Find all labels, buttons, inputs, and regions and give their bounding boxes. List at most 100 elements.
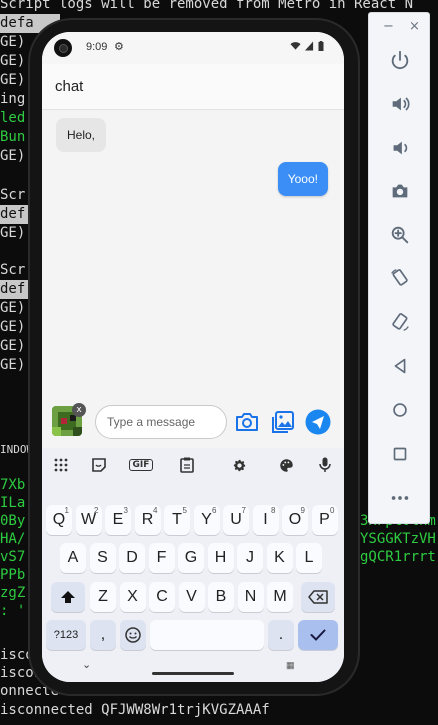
key-f[interactable]: F [148, 543, 175, 573]
key-hint: 3 [123, 506, 128, 515]
key-hint: 0 [330, 506, 335, 515]
home-button[interactable] [385, 395, 415, 425]
key-b[interactable]: B [208, 582, 234, 612]
key-k[interactable]: K [266, 543, 293, 573]
volume-down-icon [393, 141, 408, 155]
zoom-button[interactable] [385, 220, 415, 250]
more-button[interactable] [385, 483, 415, 513]
terminal-line: GE) [0, 72, 26, 88]
mic-icon [319, 457, 331, 472]
key-y[interactable]: Y6 [193, 505, 220, 535]
space-key[interactable] [150, 620, 264, 650]
key-v[interactable]: V [178, 582, 205, 612]
gallery-button[interactable] [269, 408, 297, 436]
key-e[interactable]: E3 [105, 505, 131, 535]
keyboard-settings-button[interactable] [224, 455, 254, 475]
gif-button[interactable]: GIF [126, 455, 156, 475]
keyboard-apps-button[interactable] [46, 455, 76, 475]
key-a[interactable]: A [60, 543, 86, 573]
camera-icon [236, 413, 258, 431]
terminal-line: PPb [0, 567, 26, 583]
key-z[interactable]: Z [90, 582, 116, 612]
terminal-line: Scr [0, 187, 26, 203]
sticker-icon [92, 458, 106, 472]
clipboard-button[interactable] [172, 455, 202, 475]
terminal-line: vS7 [0, 549, 26, 565]
battery-icon [318, 41, 324, 51]
chat-messages[interactable]: Helo, Yooo! [42, 110, 344, 396]
keyboard-toolbar: GIF [42, 448, 344, 482]
key-hint: 7 [241, 506, 246, 515]
key-label: Q [52, 511, 66, 528]
home-gesture-bar[interactable] [152, 672, 234, 675]
key-m[interactable]: M [267, 582, 293, 612]
key-j[interactable]: J [237, 543, 263, 573]
backspace-key[interactable] [301, 582, 335, 612]
more-icon [391, 496, 409, 500]
key-label: Y [201, 511, 212, 528]
key-i[interactable]: I8 [252, 505, 279, 535]
key-s[interactable]: S [89, 543, 116, 573]
emoji-key[interactable] [120, 620, 146, 650]
key-q[interactable]: Q1 [46, 505, 72, 535]
close-button[interactable]: × [409, 19, 420, 35]
message-bubble-outgoing[interactable]: Yooo! [277, 162, 328, 196]
message-bubble-incoming[interactable]: Helo, [56, 118, 107, 152]
voice-input-button[interactable] [310, 455, 340, 475]
theme-button[interactable] [271, 455, 301, 475]
zoom-icon [391, 226, 409, 244]
rotate-left-button[interactable] [385, 263, 415, 293]
message-input[interactable] [95, 405, 227, 439]
shift-key[interactable] [51, 582, 85, 612]
volume-down-button[interactable] [385, 133, 415, 163]
sticker-button[interactable] [84, 455, 114, 475]
key-o[interactable]: O9 [282, 505, 308, 535]
key-u[interactable]: U7 [223, 505, 249, 535]
key-p[interactable]: P0 [311, 505, 338, 535]
key-w[interactable]: W2 [75, 505, 102, 535]
message-composer: x [42, 396, 344, 448]
minimize-button[interactable]: − [383, 19, 394, 35]
key-r[interactable]: R4 [134, 505, 161, 535]
key-n[interactable]: N [237, 582, 264, 612]
overview-button[interactable] [385, 439, 415, 469]
emulator-toolbar: − × [368, 12, 430, 524]
key-label: P [319, 511, 330, 528]
back-icon [394, 358, 406, 374]
image-icon [272, 411, 294, 433]
remove-avatar-button[interactable]: x [72, 403, 86, 417]
chevron-down-icon[interactable]: ⌄ [82, 658, 91, 671]
volume-up-button[interactable] [385, 89, 415, 119]
back-button[interactable] [385, 351, 415, 381]
status-bar: 9:09 ⚙ [42, 32, 344, 64]
rotate-right-button[interactable] [385, 307, 415, 337]
emulator-window-controls: − × [369, 19, 429, 35]
terminal-line: : ' [0, 603, 26, 619]
status-settings-icon: ⚙ [114, 41, 124, 53]
enter-key[interactable] [298, 620, 338, 650]
send-icon [305, 409, 331, 435]
signal-icon [305, 41, 314, 51]
camera-button[interactable] [233, 408, 261, 436]
key-x[interactable]: X [119, 582, 146, 612]
key-hint: 9 [300, 506, 305, 515]
symbols-key[interactable]: ?123 [46, 620, 86, 650]
comma-key[interactable]: , [90, 620, 116, 650]
screenshot-button[interactable] [385, 176, 415, 206]
camera-icon [392, 184, 408, 198]
key-d[interactable]: D [119, 543, 145, 573]
wifi-icon [290, 42, 301, 50]
key-h[interactable]: H [207, 543, 234, 573]
power-button[interactable] [385, 45, 415, 75]
keyboard-switch-icon[interactable]: ▦ [286, 660, 295, 671]
terminal-line: ing [0, 91, 26, 107]
key-l[interactable]: L [296, 543, 322, 573]
send-button[interactable] [304, 408, 332, 436]
period-key[interactable]: . [268, 620, 294, 650]
key-label: E [112, 511, 124, 528]
key-g[interactable]: G [178, 543, 204, 573]
terminal-line: 7Xb [0, 477, 26, 493]
key-label: I [263, 511, 268, 528]
key-c[interactable]: C [149, 582, 175, 612]
key-t[interactable]: T5 [164, 505, 190, 535]
